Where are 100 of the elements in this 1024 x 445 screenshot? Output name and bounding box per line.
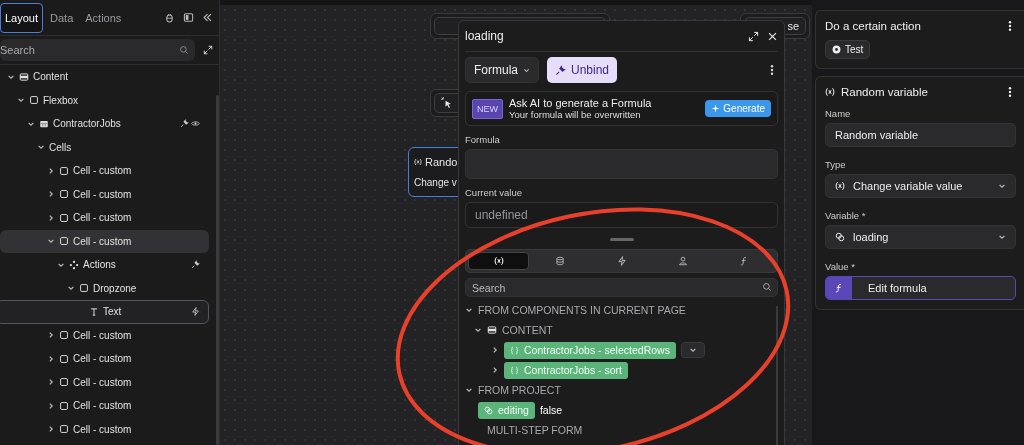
tab[interactable]: Actions: [80, 2, 127, 33]
variable-icon: [493, 256, 504, 266]
unplug-icon: [180, 119, 189, 129]
tree-item[interactable]: Actions: [0, 253, 209, 277]
collapse-icon[interactable]: [202, 12, 213, 23]
tree-item[interactable]: Dropzone: [0, 276, 209, 300]
field-label: Value *: [825, 261, 856, 272]
tree-item[interactable]: Cell - custom: [0, 347, 209, 371]
function-icon: [834, 283, 844, 293]
field-label: Type: [825, 159, 847, 170]
bolt-icon: [191, 307, 200, 317]
mode-dropdown[interactable]: Formula: [465, 57, 539, 83]
tree-item[interactable]: Cell - custom: [0, 182, 209, 206]
bolt-icon: [616, 256, 627, 266]
tree-item[interactable]: Cells: [0, 135, 209, 159]
table-icon: [39, 118, 49, 129]
tree-item[interactable]: Cell - custom: [0, 229, 209, 253]
select-field[interactable]: loading: [825, 225, 1016, 249]
select-field[interactable]: Change variable value: [825, 174, 1016, 198]
search-icon: [179, 45, 189, 55]
cursor-click-icon: [441, 97, 453, 109]
square-icon: [59, 236, 69, 247]
square-icon: [59, 189, 69, 200]
group-heading[interactable]: FROM PROJECT: [478, 384, 561, 396]
tree-item[interactable]: Content: [0, 65, 209, 89]
tab[interactable]: Data: [45, 2, 79, 33]
expand-icon[interactable]: [203, 45, 213, 55]
tree-item[interactable]: Cell - custom: [0, 159, 209, 183]
node-subtitle: Change v: [414, 177, 458, 188]
search-field[interactable]: Search: [465, 278, 778, 297]
chevron-right-icon[interactable]: [47, 378, 55, 387]
unplug-icon: [555, 64, 566, 76]
braces-icon: [510, 365, 519, 375]
tree-item[interactable]: ContractorJobs: [0, 112, 209, 136]
value-field: undefined: [465, 202, 778, 228]
chevron-down-icon[interactable]: [465, 386, 473, 394]
variable-value: false: [539, 404, 563, 416]
close-icon[interactable]: [767, 30, 778, 42]
expand-icon[interactable]: [748, 30, 759, 42]
chevron-down-icon[interactable]: [998, 233, 1006, 241]
card-title: Do a certain action: [825, 20, 922, 32]
chevron-right-icon[interactable]: [47, 213, 55, 222]
group-heading[interactable]: FROM COMPONENTS IN CURRENT PAGE: [478, 304, 686, 316]
tree-item[interactable]: Cell - custom: [0, 323, 209, 347]
chevron-right-icon[interactable]: [491, 366, 499, 374]
tree-item[interactable]: Flexbox: [0, 88, 209, 112]
chevron-right-icon[interactable]: [47, 354, 55, 363]
tree-item[interactable]: Text: [0, 300, 209, 324]
tree-item[interactable]: Cell - custom: [0, 206, 209, 230]
chevron-down-icon[interactable]: [688, 346, 697, 354]
chevron-down-icon[interactable]: [37, 143, 45, 152]
link-variable-icon: [484, 405, 493, 415]
field-label: Variable *: [825, 210, 867, 221]
chevron-right-icon[interactable]: [47, 331, 55, 340]
banner-subtitle: Your formula will be overwritten: [509, 109, 642, 120]
text-type-icon: [89, 306, 99, 317]
search-field[interactable]: Search: [0, 39, 195, 61]
square-icon: [59, 353, 69, 364]
tree-item[interactable]: Cell - custom: [0, 370, 209, 394]
variable-icon: [835, 181, 845, 191]
square-icon: [59, 330, 69, 341]
chevron-down-icon[interactable]: [67, 284, 75, 293]
eye-icon: [191, 119, 200, 129]
chevron-down-icon[interactable]: [17, 96, 25, 105]
new-badge: NEW: [472, 98, 503, 119]
group-heading[interactable]: CONTENT: [502, 324, 553, 336]
tree-item[interactable]: Cell - custom: [0, 417, 209, 441]
link-variable-icon: [835, 232, 845, 242]
chevron-right-icon[interactable]: [47, 190, 55, 199]
play-circle-icon: [832, 45, 841, 54]
chevron-right-icon[interactable]: [47, 166, 55, 175]
chevron-right-icon[interactable]: [47, 425, 55, 434]
dropdown-button[interactable]: [680, 342, 705, 358]
chevron-down-icon[interactable]: [465, 306, 473, 314]
panel-icon[interactable]: [183, 12, 194, 23]
sparkle-icon: [711, 104, 721, 113]
tree-item[interactable]: Cell - custom: [0, 394, 209, 418]
field-label: Name: [825, 108, 852, 119]
node-title: Rando: [425, 156, 458, 168]
chevron-down-icon[interactable]: [523, 66, 530, 74]
source-tab[interactable]: [468, 252, 530, 270]
chevron-right-icon[interactable]: [491, 346, 499, 354]
drag-handle[interactable]: [609, 238, 634, 241]
formula-field[interactable]: Edit formula: [825, 276, 1016, 300]
chevron-right-icon[interactable]: [47, 401, 55, 410]
input-field[interactable]: Random variable: [825, 123, 1016, 147]
search-icon: [762, 282, 772, 292]
variable-icon: [825, 87, 835, 97]
chevron-down-icon[interactable]: [47, 237, 55, 246]
bug-icon[interactable]: [164, 12, 175, 23]
unbind-button[interactable]: Unbind: [547, 57, 618, 83]
test-button[interactable]: Test: [825, 40, 871, 59]
chevron-down-icon[interactable]: [474, 326, 482, 334]
variable-icon: [414, 158, 422, 166]
square-icon: [59, 377, 69, 388]
tab[interactable]: Layout: [0, 2, 44, 33]
user-icon: [677, 256, 688, 266]
chevron-down-icon[interactable]: [998, 182, 1006, 190]
popup-title: loading: [465, 29, 505, 43]
group-heading[interactable]: MULTI-STEP FORM: [487, 424, 583, 436]
